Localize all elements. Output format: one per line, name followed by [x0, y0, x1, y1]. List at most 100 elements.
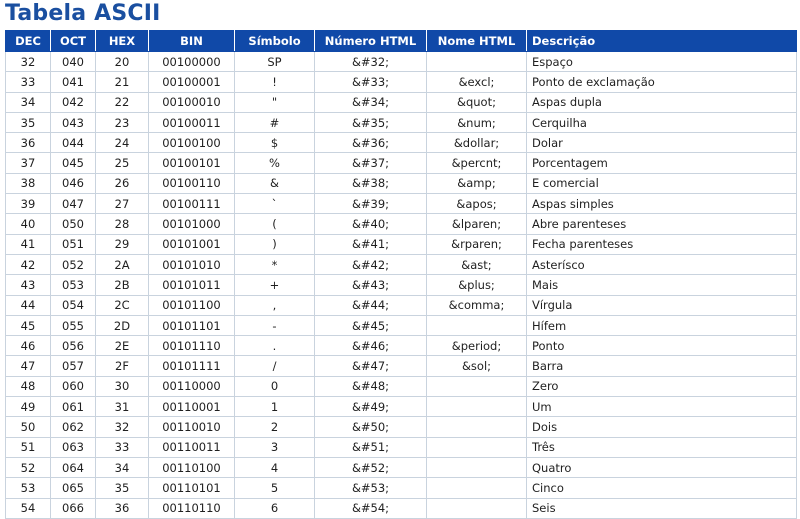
cell-html-name: &percnt;: [426, 152, 527, 174]
cell-dec: 45: [5, 314, 51, 337]
cell-html-name: &amp;: [426, 172, 527, 195]
cell-bin: 00101101: [148, 314, 235, 337]
cell-description: Aspas simples: [526, 193, 797, 215]
cell-oct: 041: [50, 71, 96, 93]
cell-hex: 36: [95, 497, 149, 519]
cell-bin: 00101111: [148, 355, 235, 377]
cell-html-number: &#38;: [314, 172, 427, 195]
cell-description: Dois: [526, 416, 797, 438]
cell-html-number: &#41;: [314, 233, 427, 255]
cell-oct: 056: [50, 335, 96, 357]
cell-hex: 2B: [95, 274, 149, 296]
cell-symbol: 0: [234, 375, 315, 398]
cell-symbol: 6: [234, 497, 315, 519]
cell-hex: 29: [95, 233, 149, 255]
cell-dec: 33: [5, 71, 51, 93]
cell-hex: 22: [95, 91, 149, 113]
table-row: 33 041 21 00100001! &#33; &excl; Ponto de excl…: [5, 71, 797, 93]
cell-html-name: [426, 375, 527, 398]
cell-dec: 37: [5, 152, 51, 174]
table-row: 42 052 2A 00101010 * &#42; &ast; Asterísco: [5, 253, 797, 276]
cell-oct: 052: [50, 253, 96, 276]
cell-oct: 054: [50, 294, 96, 316]
cell-oct: 045: [50, 152, 96, 174]
cell-html-name: &lparen;: [426, 213, 527, 235]
cell-hex: 32: [95, 416, 149, 438]
cell-bin: 00100010: [148, 91, 235, 113]
table-row: 54 066 36 00110110 6 &#54; Seis: [5, 497, 797, 519]
cell-html-number: &#34;: [314, 91, 427, 113]
table-row: 51 063 33 00110011 3 &#51; Três: [5, 436, 797, 458]
cell-oct: 047: [50, 193, 96, 215]
table-row: 37 045 25 00100101% &#37; &percnt; Porcentagem: [5, 152, 797, 174]
header-oct: OCT: [50, 30, 96, 52]
cell-html-number: &#36;: [314, 132, 427, 154]
table-row: 32 040 20 00100000 SP &#32; Espaço: [5, 50, 797, 73]
cell-description: Três: [526, 436, 797, 458]
cell-symbol: 3: [234, 436, 315, 458]
cell-oct: 066: [50, 497, 96, 519]
cell-html-number: &#54;: [314, 497, 427, 519]
cell-description: Aspas dupla: [526, 91, 797, 113]
cell-hex: 28: [95, 213, 149, 235]
cell-html-name: &dollar;: [426, 132, 527, 154]
header-symbol: Símbolo: [234, 30, 315, 52]
cell-html-name: [426, 497, 527, 519]
cell-html-name: [426, 416, 527, 438]
cell-symbol: 1: [234, 396, 315, 418]
cell-hex: 2D: [95, 314, 149, 337]
table-row: 41 051 29 00101001) &#41; &rparen; Fecha paren…: [5, 233, 797, 255]
cell-html-name: &ast;: [426, 253, 527, 276]
header-html-number: Número HTML: [314, 30, 427, 52]
cell-html-number: &#52;: [314, 456, 427, 479]
cell-html-number: &#37;: [314, 152, 427, 174]
cell-dec: 40: [5, 213, 51, 235]
cell-symbol: $: [234, 132, 315, 154]
cell-dec: 46: [5, 335, 51, 357]
cell-html-number: &#48;: [314, 375, 427, 398]
cell-description: Abre parenteses: [526, 213, 797, 235]
table-row: 47 057 2F 00101111/&#47; &sol; Barra: [5, 355, 797, 377]
table-row: 53 065 35 00110101 5 &#53; Cinco: [5, 477, 797, 499]
table-row: 40 050 28 00101000(&#40; &lparen; Abre parent…: [5, 213, 797, 235]
cell-html-number: &#40;: [314, 213, 427, 235]
cell-dec: 35: [5, 111, 51, 134]
cell-oct: 055: [50, 314, 96, 337]
cell-dec: 53: [5, 477, 51, 499]
cell-symbol: 2: [234, 416, 315, 438]
cell-description: Espaço: [526, 50, 797, 73]
cell-dec: 49: [5, 396, 51, 418]
table-row: 52 064 34 00110100 4 &#52; Quatro: [5, 456, 797, 479]
cell-symbol: -: [234, 314, 315, 337]
cell-html-name: [426, 396, 527, 418]
cell-html-name: [426, 50, 527, 73]
cell-html-number: &#51;: [314, 436, 427, 458]
cell-dec: 39: [5, 193, 51, 215]
header-bin: BIN: [148, 30, 235, 52]
cell-description: Zero: [526, 375, 797, 398]
cell-html-name: &period;: [426, 335, 527, 357]
table-row: 50 062 32 00110010 2 &#50; Dois: [5, 416, 797, 438]
cell-hex: 33: [95, 436, 149, 458]
cell-description: Porcentagem: [526, 152, 797, 174]
cell-symbol: (: [234, 213, 315, 235]
cell-dec: 43: [5, 274, 51, 296]
cell-hex: 34: [95, 456, 149, 479]
page-title: Tabela ASCII: [5, 1, 161, 26]
cell-html-name: &quot;: [426, 91, 527, 113]
cell-description: Dolar: [526, 132, 797, 154]
cell-html-name: [426, 477, 527, 499]
cell-html-number: &#33;: [314, 71, 427, 93]
cell-description: Cerquilha: [526, 111, 797, 134]
cell-dec: 54: [5, 497, 51, 519]
cell-symbol: *: [234, 253, 315, 276]
cell-oct: 060: [50, 375, 96, 398]
table-row: 44 054 2C 00101100, &#44; &comma; Vírgula: [5, 294, 797, 316]
cell-symbol: 5: [234, 477, 315, 499]
cell-description: Mais: [526, 274, 797, 296]
cell-hex: 24: [95, 132, 149, 154]
cell-bin: 00100100: [148, 132, 235, 154]
cell-dec: 48: [5, 375, 51, 398]
cell-html-number: &#46;: [314, 335, 427, 357]
cell-hex: 2A: [95, 253, 149, 276]
